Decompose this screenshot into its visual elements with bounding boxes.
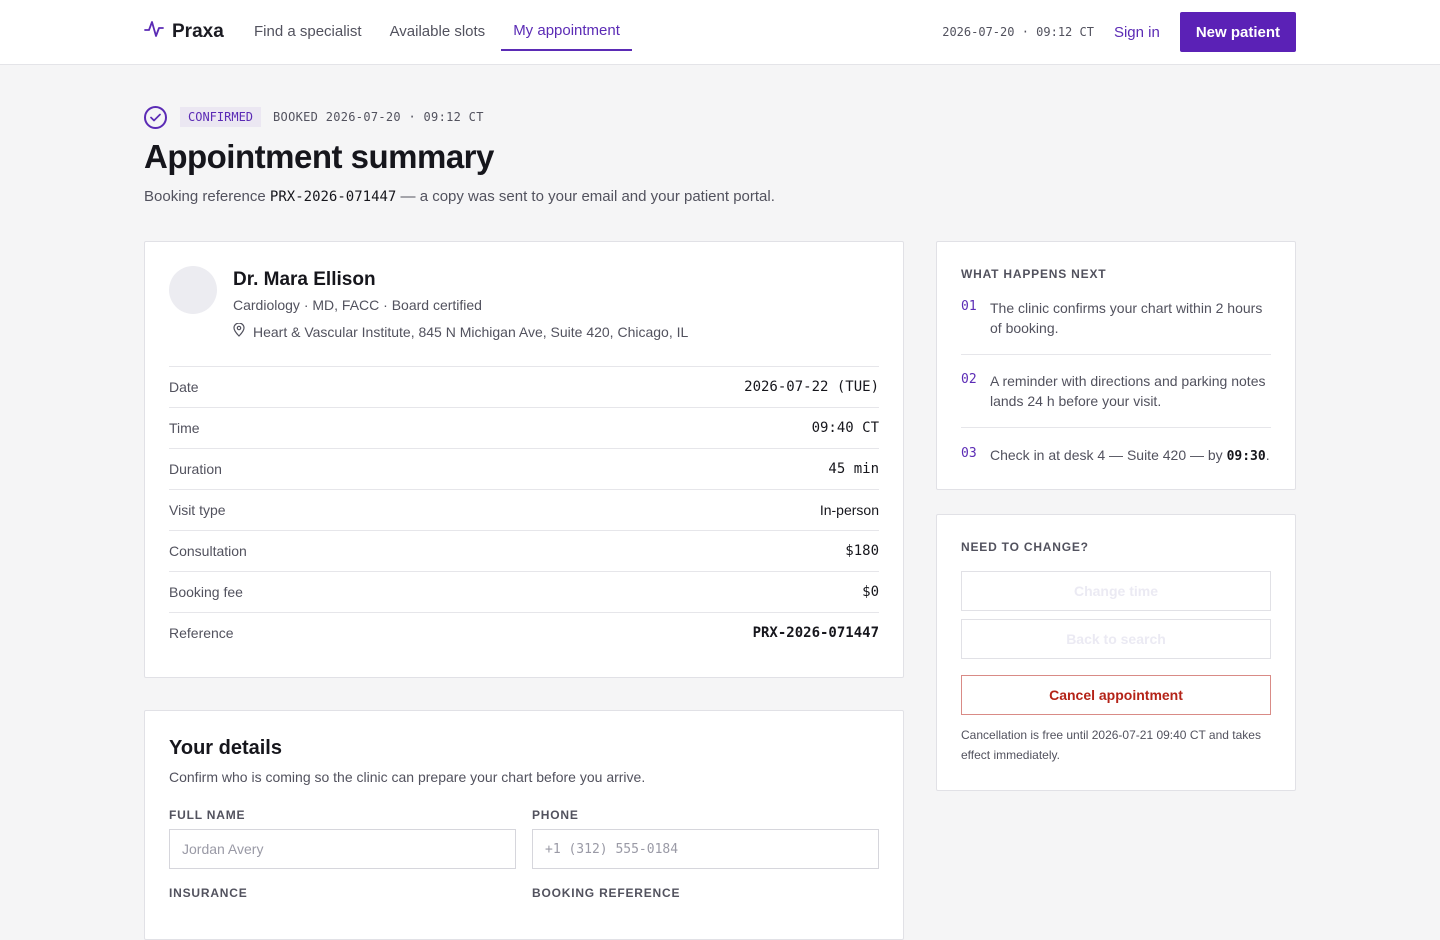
row-value: In-person	[819, 502, 879, 518]
back-to-search-button[interactable]: Back to search	[961, 619, 1271, 659]
change-section-title: NEED TO CHANGE?	[961, 540, 1089, 554]
appointment-summary-card: Dr. Mara Ellison Cardiology · MD, FACC ·…	[144, 241, 904, 678]
nav-my-appointment[interactable]: My appointment	[501, 0, 632, 51]
next-step-1: 01 The clinic confirms your chart within…	[961, 298, 1271, 338]
need-to-change-card: NEED TO CHANGE? Change time Back to sear…	[936, 514, 1296, 791]
summary-row-date: Date 2026-07-22 (TUE)	[169, 366, 879, 407]
nav-available-slots[interactable]: Available slots	[378, 0, 498, 65]
page-title: Appointment summary	[144, 138, 494, 175]
phone-label: PHONE	[532, 808, 579, 822]
cancellation-note: Cancellation is free until 2026-07-21 09…	[961, 728, 1261, 762]
next-step-2: 02 A reminder with directions and parkin…	[961, 371, 1271, 411]
row-value: 45 min	[828, 461, 879, 477]
summary-row-consultation: Consultation $180	[169, 530, 879, 571]
doctor-name: Dr. Mara Ellison	[233, 269, 376, 290]
top-navigation-bar: Praxa Find a specialist Available slots …	[0, 0, 1440, 65]
row-label: Time	[169, 420, 200, 436]
step-number: 03	[961, 446, 977, 461]
row-value: 09:40 CT	[811, 420, 879, 436]
phone-placeholder: +1 (312) 555-0184	[545, 841, 679, 857]
pulse-icon	[144, 19, 164, 44]
next-step-3: 03 Check in at desk 4 — Suite 420 — by 0…	[961, 445, 1271, 467]
step-divider	[961, 427, 1271, 428]
phone-input[interactable]: +1 (312) 555-0184	[532, 829, 879, 869]
summary-row-duration: Duration 45 min	[169, 448, 879, 489]
step-number: 01	[961, 299, 977, 314]
step-number: 02	[961, 372, 977, 387]
booking-status: CONFIRMED BOOKED 2026-07-20 · 09:12 CT	[144, 105, 484, 129]
row-label: Duration	[169, 461, 222, 477]
new-patient-button[interactable]: New patient	[1179, 12, 1296, 52]
insurance-label: INSURANCE	[169, 886, 248, 900]
doctor-avatar	[169, 266, 217, 314]
summary-row-booking-fee: Booking fee $0	[169, 571, 879, 612]
step-text: A reminder with directions and parking n…	[990, 373, 1266, 409]
summary-row-visit-type: Visit type In-person	[169, 489, 879, 530]
row-value: 2026-07-22 (TUE)	[744, 379, 879, 395]
cancel-appointment-button[interactable]: Cancel appointment	[961, 675, 1271, 715]
brand-name: Praxa	[172, 20, 224, 42]
step-text: The clinic confirms your chart within 2 …	[990, 300, 1263, 336]
top-actions: 2026-07-20 · 09:12 CT Sign in New patien…	[942, 12, 1296, 52]
next-section-title: WHAT HAPPENS NEXT	[961, 267, 1107, 281]
step-divider	[961, 354, 1271, 355]
sign-in-link[interactable]: Sign in	[1114, 24, 1160, 41]
full-name-placeholder: Jordan Avery	[182, 841, 264, 857]
row-label: Booking fee	[169, 584, 243, 600]
step-text-suffix: .	[1265, 447, 1270, 463]
row-value: $0	[862, 584, 879, 600]
full-name-input[interactable]: Jordan Avery	[169, 829, 516, 869]
details-title: Your details	[169, 737, 282, 759]
details-subtitle: Confirm who is coming so the clinic can …	[169, 769, 646, 785]
row-label: Visit type	[169, 502, 226, 518]
check-circle-icon	[144, 105, 167, 129]
summary-table: Date 2026-07-22 (TUE) Time 09:40 CT Dura…	[169, 366, 879, 653]
subline-prefix: Booking reference	[144, 188, 266, 205]
booking-reference-line: Booking reference PRX-2026-071447 — a co…	[144, 188, 775, 205]
subline-reference: PRX-2026-071447	[269, 189, 397, 205]
your-details-card: Your details Confirm who is coming so th…	[144, 710, 904, 940]
summary-row-time: Time 09:40 CT	[169, 407, 879, 448]
brand-logo[interactable]: Praxa	[144, 19, 224, 44]
check-in-time: 09:30	[1226, 449, 1266, 464]
what-happens-next-card: WHAT HAPPENS NEXT 01 The clinic confirms…	[936, 241, 1296, 490]
step-text: Check in at desk 4 — Suite 420 — by 09:3…	[990, 445, 1270, 467]
doctor-address-text: Heart & Vascular Institute, 845 N Michig…	[253, 323, 689, 340]
row-label: Reference	[169, 625, 234, 641]
nav-find-specialist[interactable]: Find a specialist	[242, 0, 374, 65]
doctor-credentials: Cardiology · MD, FACC · Board certified	[233, 297, 482, 313]
current-time: 2026-07-20 · 09:12 CT	[942, 25, 1094, 39]
booking-reference-label: BOOKING REFERENCE	[532, 886, 681, 900]
row-label: Date	[169, 379, 199, 395]
map-pin-icon	[233, 322, 245, 340]
row-label: Consultation	[169, 543, 247, 559]
booked-timestamp: BOOKED 2026-07-20 · 09:12 CT	[273, 110, 484, 124]
subline-suffix: — a copy was sent to your email and your…	[400, 188, 775, 205]
row-value: PRX-2026-071447	[752, 625, 879, 641]
row-value: $180	[845, 543, 879, 559]
step-text-prefix: Check in at desk 4 — Suite 420 — by	[990, 447, 1223, 463]
summary-row-reference: Reference PRX-2026-071447	[169, 612, 879, 653]
main-nav: Find a specialist Available slots My app…	[242, 0, 636, 65]
change-time-button[interactable]: Change time	[961, 571, 1271, 611]
status-badge: CONFIRMED	[180, 107, 262, 127]
doctor-address: Heart & Vascular Institute, 845 N Michig…	[233, 322, 689, 340]
full-name-label: FULL NAME	[169, 808, 246, 822]
